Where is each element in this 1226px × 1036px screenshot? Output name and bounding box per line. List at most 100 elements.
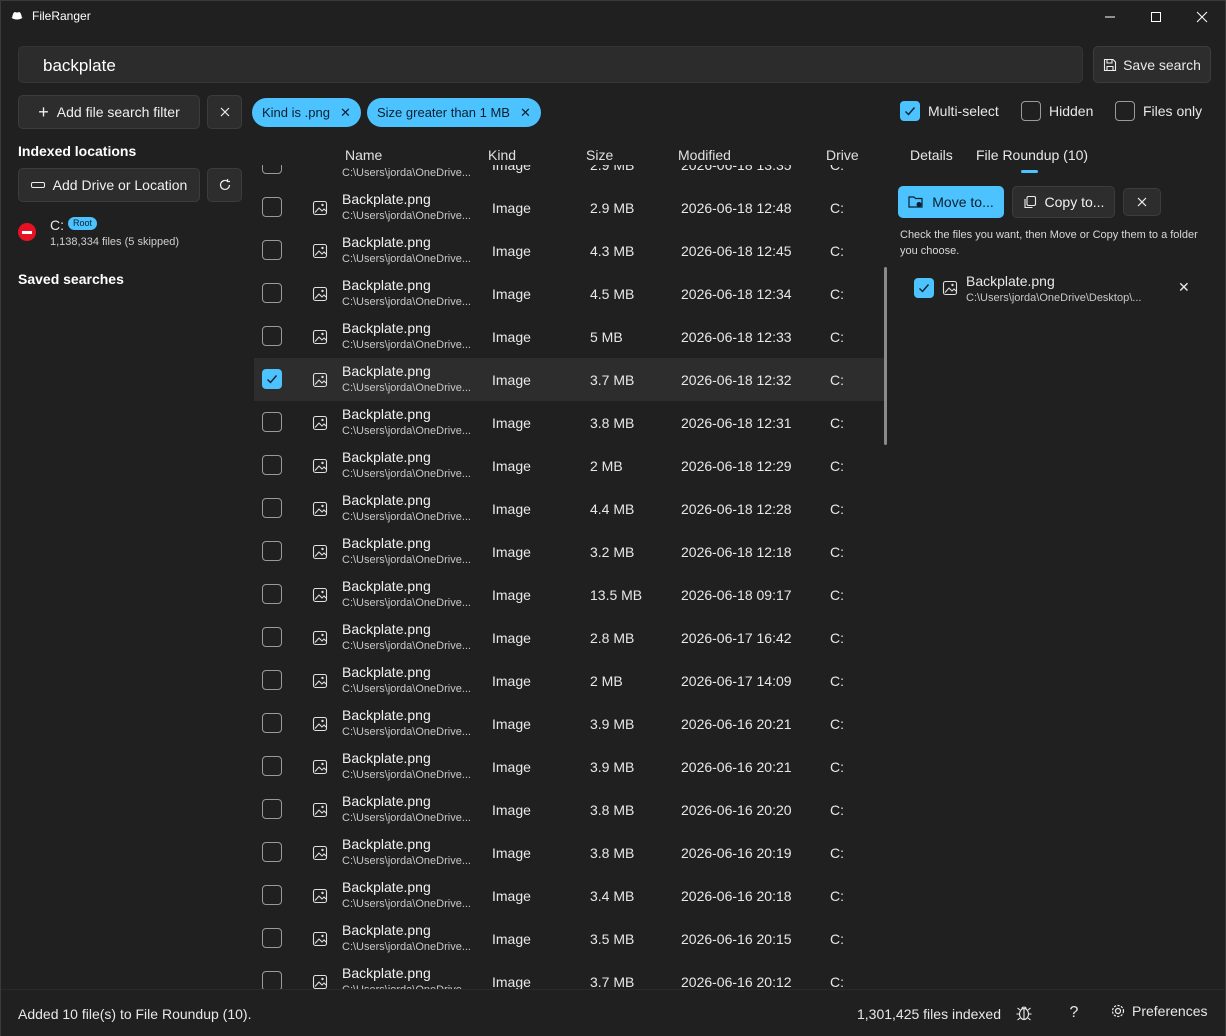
results-list[interactable]: C:\Users\jorda\OneDrive... Image 2.9 MB …	[254, 165, 886, 989]
multi-select-option[interactable]: Multi-select	[900, 101, 999, 121]
tab-file-roundup[interactable]: File Roundup (10)	[976, 147, 1088, 163]
clear-roundup-button[interactable]	[1123, 188, 1161, 216]
save-search-button[interactable]: Save search	[1093, 46, 1211, 83]
column-header-size[interactable]: Size	[586, 147, 613, 163]
row-checkbox[interactable]	[262, 756, 282, 776]
add-filter-button[interactable]: + Add file search filter	[18, 95, 200, 129]
move-to-button[interactable]: Move to...	[898, 186, 1004, 218]
table-row[interactable]: Backplate.pngC:\Users\jorda\OneDrive...I…	[254, 401, 884, 444]
minimize-button[interactable]	[1087, 1, 1133, 33]
files-only-checkbox[interactable]	[1115, 101, 1135, 121]
refresh-button[interactable]	[207, 168, 242, 202]
hidden-option[interactable]: Hidden	[1021, 101, 1093, 121]
column-header-drive[interactable]: Drive	[826, 147, 859, 163]
indexed-locations-heading: Indexed locations	[18, 143, 137, 159]
row-checkbox[interactable]	[262, 240, 282, 260]
row-checkbox[interactable]	[262, 541, 282, 561]
add-filter-label: Add file search filter	[56, 104, 180, 120]
multi-select-checkbox[interactable]	[900, 101, 920, 121]
table-row[interactable]: Backplate.pngC:\Users\jorda\OneDrive...I…	[254, 745, 884, 788]
tab-details[interactable]: Details	[910, 147, 953, 163]
file-name: Backplate.png	[342, 836, 431, 852]
table-row[interactable]: Backplate.pngC:\Users\jorda\OneDrive...I…	[254, 315, 884, 358]
remove-filter-icon[interactable]: ✕	[520, 105, 531, 121]
maximize-button[interactable]	[1133, 1, 1179, 33]
table-row[interactable]: Backplate.pngC:\Users\jorda\OneDrive...I…	[254, 960, 884, 989]
row-checkbox[interactable]	[262, 627, 282, 647]
add-drive-button[interactable]: Add Drive or Location	[18, 168, 200, 202]
table-row[interactable]: Backplate.pngC:\Users\jorda\OneDrive...I…	[254, 831, 884, 874]
roundup-item-path: C:\Users\jorda\OneDrive\Desktop\...	[966, 292, 1142, 304]
table-row[interactable]: Backplate.pngC:\Users\jorda\OneDrive...I…	[254, 788, 884, 831]
table-row[interactable]: Backplate.pngC:\Users\jorda\OneDrive...I…	[254, 917, 884, 960]
preferences-button[interactable]: Preferences	[1110, 1003, 1207, 1019]
bug-icon[interactable]	[1015, 1004, 1033, 1022]
file-name: Backplate.png	[342, 879, 431, 895]
file-path: C:\Users\jorda\OneDrive...	[342, 296, 471, 308]
search-input[interactable]: backplate	[18, 46, 1083, 83]
table-row[interactable]: Backplate.pngC:\Users\jorda\OneDrive...I…	[254, 487, 884, 530]
remove-filter-icon[interactable]: ✕	[340, 105, 351, 121]
row-checkbox[interactable]	[262, 369, 282, 389]
table-row[interactable]: Backplate.pngC:\Users\jorda\OneDrive...I…	[254, 874, 884, 917]
file-drive: C:	[830, 165, 844, 173]
row-checkbox[interactable]	[262, 326, 282, 346]
hidden-checkbox[interactable]	[1021, 101, 1041, 121]
file-drive: C:	[830, 759, 844, 775]
row-checkbox[interactable]	[262, 165, 282, 174]
table-row[interactable]: Backplate.pngC:\Users\jorda\OneDrive...I…	[254, 358, 884, 401]
file-kind: Image	[492, 673, 531, 689]
row-checkbox[interactable]	[262, 197, 282, 217]
filter-chip-label: Size greater than 1 MB	[377, 105, 510, 120]
file-drive: C:	[830, 200, 844, 216]
row-checkbox[interactable]	[262, 842, 282, 862]
filter-chip-kind[interactable]: Kind is .png ✕	[252, 98, 361, 127]
column-header-kind[interactable]: Kind	[488, 147, 516, 163]
help-icon[interactable]: ?	[1065, 1004, 1083, 1022]
results-scrollbar[interactable]	[884, 267, 887, 445]
roundup-hint: Check the files you want, then Move or C…	[900, 229, 1198, 257]
file-path: C:\Users\jorda\OneDrive...	[342, 511, 471, 523]
row-checkbox[interactable]	[262, 713, 282, 733]
image-file-icon	[312, 372, 328, 388]
roundup-item[interactable]: Backplate.png C:\Users\jorda\OneDrive\De…	[914, 271, 1204, 309]
row-checkbox[interactable]	[262, 799, 282, 819]
drive-entry-c[interactable]: C: Root 1,138,334 files (5 skipped)	[18, 215, 238, 251]
close-button[interactable]	[1179, 1, 1225, 33]
files-only-option[interactable]: Files only	[1115, 101, 1202, 121]
filter-chip-label: Kind is .png	[262, 105, 330, 120]
row-checkbox[interactable]	[262, 928, 282, 948]
column-header-name[interactable]: Name	[345, 147, 382, 163]
file-name: Backplate.png	[342, 492, 431, 508]
table-row[interactable]: Backplate.pngC:\Users\jorda\OneDrive...I…	[254, 573, 884, 616]
table-row[interactable]: Backplate.pngC:\Users\jorda\OneDrive...I…	[254, 186, 884, 229]
file-path: C:\Users\jorda\OneDrive...	[342, 769, 471, 781]
roundup-item-checkbox[interactable]	[914, 278, 934, 298]
row-checkbox[interactable]	[262, 885, 282, 905]
row-checkbox[interactable]	[262, 498, 282, 518]
clear-filters-button[interactable]	[207, 95, 242, 129]
table-row[interactable]: Backplate.pngC:\Users\jorda\OneDrive...I…	[254, 530, 884, 573]
table-row[interactable]: Backplate.pngC:\Users\jorda\OneDrive...I…	[254, 229, 884, 272]
table-row[interactable]: Backplate.pngC:\Users\jorda\OneDrive...I…	[254, 616, 884, 659]
copy-to-button[interactable]: Copy to...	[1012, 186, 1115, 218]
row-checkbox[interactable]	[262, 283, 282, 303]
file-drive: C:	[830, 415, 844, 431]
table-row[interactable]: C:\Users\jorda\OneDrive... Image 2.9 MB …	[254, 165, 884, 186]
remove-item-icon[interactable]: ✕	[1178, 279, 1190, 296]
row-checkbox[interactable]	[262, 584, 282, 604]
filter-chip-size[interactable]: Size greater than 1 MB ✕	[367, 98, 541, 127]
file-kind: Image	[492, 200, 531, 216]
roundup-item-name: Backplate.png	[966, 273, 1055, 289]
column-header-modified[interactable]: Modified	[678, 147, 731, 163]
file-drive: C:	[830, 888, 844, 904]
table-row[interactable]: Backplate.pngC:\Users\jorda\OneDrive...I…	[254, 444, 884, 487]
row-checkbox[interactable]	[262, 455, 282, 475]
row-checkbox[interactable]	[262, 670, 282, 690]
row-checkbox[interactable]	[262, 971, 282, 989]
table-row[interactable]: Backplate.pngC:\Users\jorda\OneDrive...I…	[254, 659, 884, 702]
table-row[interactable]: Backplate.pngC:\Users\jorda\OneDrive...I…	[254, 272, 884, 315]
row-checkbox[interactable]	[262, 412, 282, 432]
stop-icon[interactable]	[18, 223, 36, 241]
table-row[interactable]: Backplate.pngC:\Users\jorda\OneDrive...I…	[254, 702, 884, 745]
